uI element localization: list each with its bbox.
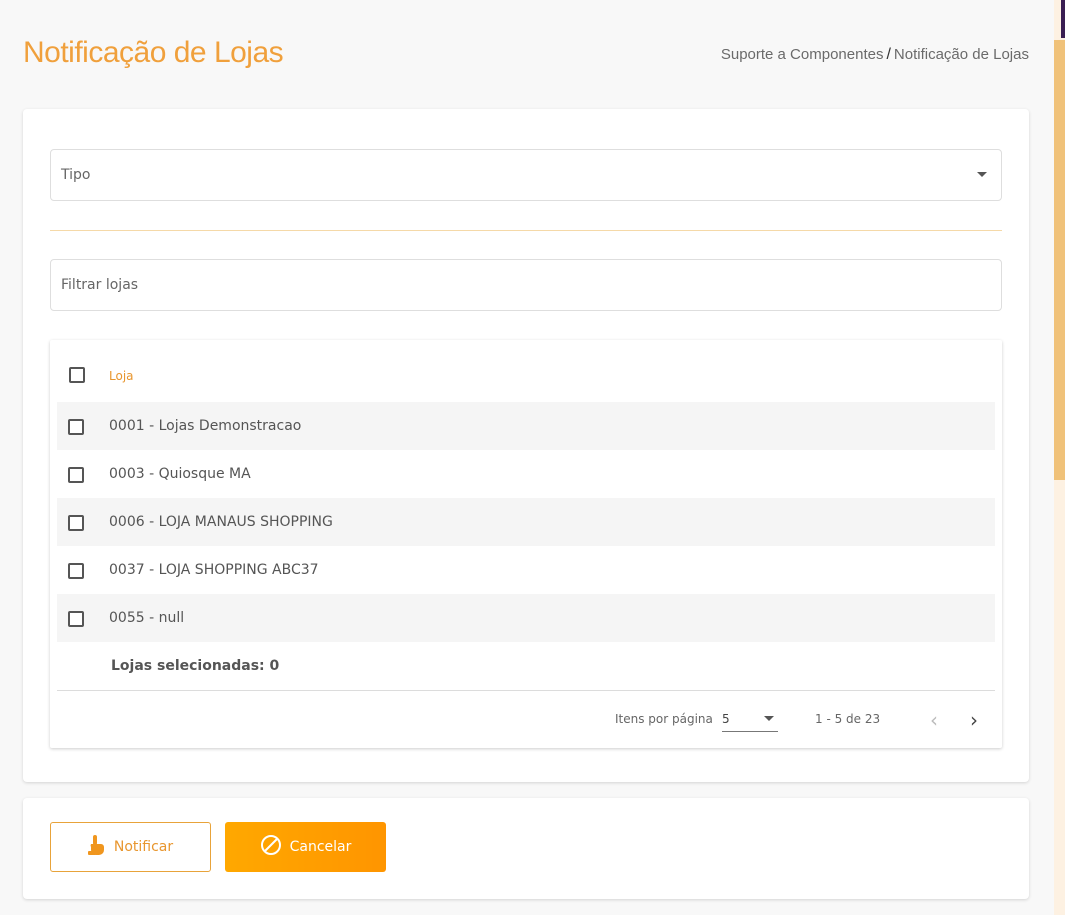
select-all-checkbox[interactable]: [69, 367, 85, 383]
previous-page-button[interactable]: ‹: [922, 706, 946, 734]
scrollbar-thumb[interactable]: [1054, 40, 1065, 480]
table-row: 0006 - LOJA MANAUS SHOPPING: [57, 498, 995, 546]
breadcrumb: Suporte a Componentes / Notificação de Loj…: [721, 46, 1029, 64]
notify-button[interactable]: Notificar: [50, 822, 211, 872]
block-icon: [260, 834, 282, 860]
tipo-label: Tipo: [61, 167, 91, 183]
cancel-button[interactable]: Cancelar: [225, 822, 386, 872]
selected-count: Lojas selecionadas: 0: [111, 658, 280, 674]
table-divider: [57, 690, 995, 691]
cancel-button-label: Cancelar: [289, 839, 352, 855]
row-checkbox[interactable]: [68, 467, 84, 483]
row-checkbox[interactable]: [68, 563, 84, 579]
caret-down-icon: [977, 172, 987, 177]
table-row: 0037 - LOJA SHOPPING ABC37: [57, 546, 995, 594]
table-row: 0055 - null: [57, 594, 995, 642]
tipo-select[interactable]: Tipo: [50, 149, 1002, 201]
caret-down-icon: [764, 716, 774, 721]
row-store-label: 0003 - Quiosque MA: [109, 466, 251, 482]
main-card: Tipo Loja 0001 - Lojas Demonstracao 0003…: [23, 109, 1029, 782]
hand-pointer-icon: [87, 835, 106, 859]
window-edge: [1061, 0, 1065, 38]
page-title: Notificação de Lojas: [23, 36, 284, 69]
table-row: 0001 - Lojas Demonstracao: [57, 402, 995, 450]
row-store-label: 0001 - Lojas Demonstracao: [109, 418, 302, 434]
column-header-loja[interactable]: Loja: [109, 369, 134, 383]
stores-table: Loja 0001 - Lojas Demonstracao 0003 - Qu…: [50, 340, 1002, 748]
page-size-select[interactable]: 5: [722, 707, 778, 732]
row-store-label: 0055 - null: [109, 610, 185, 626]
notify-button-label: Notificar: [113, 839, 174, 855]
row-checkbox[interactable]: [68, 611, 84, 627]
table-row: 0003 - Quiosque MA: [57, 450, 995, 498]
breadcrumb-parent[interactable]: Suporte a Componentes: [721, 46, 884, 63]
breadcrumb-current: Notificação de Lojas: [893, 46, 1029, 63]
row-checkbox[interactable]: [68, 515, 84, 531]
items-per-page-label: Itens por página: [615, 712, 713, 726]
page-size-value: 5: [722, 712, 730, 726]
row-store-label: 0037 - LOJA SHOPPING ABC37: [109, 562, 319, 578]
next-page-button[interactable]: ›: [962, 706, 986, 734]
page-range-label: 1 - 5 de 23: [815, 712, 881, 726]
section-divider: [50, 230, 1002, 231]
breadcrumb-separator: /: [886, 46, 891, 63]
actions-card: Notificar Cancelar: [23, 798, 1029, 899]
filter-stores-input[interactable]: [51, 260, 1001, 310]
filter-stores-field[interactable]: [50, 259, 1002, 311]
row-checkbox[interactable]: [68, 419, 84, 435]
row-store-label: 0006 - LOJA MANAUS SHOPPING: [109, 514, 333, 530]
